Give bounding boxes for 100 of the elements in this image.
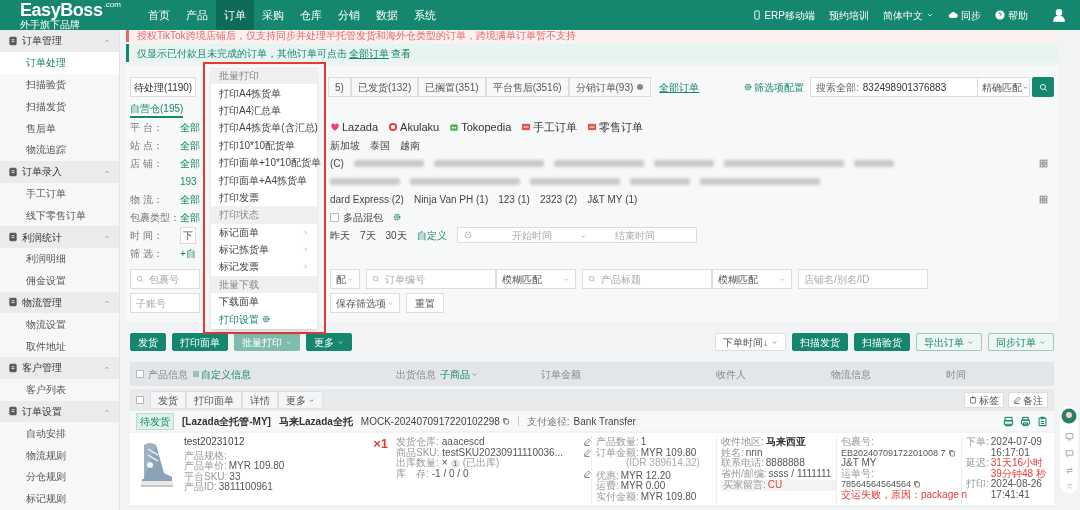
- sidebar-item[interactable]: 物流规则: [0, 444, 119, 466]
- sidebar-group[interactable]: 订单管理: [0, 30, 119, 52]
- nav-tab[interactable]: 采购: [254, 0, 292, 30]
- filter-option[interactable]: 泰国: [370, 137, 390, 153]
- sidebar-item[interactable]: 取件地址: [0, 335, 119, 357]
- nav-tab[interactable]: 仓库: [292, 0, 330, 30]
- sidebar-group[interactable]: 客户管理: [0, 356, 119, 379]
- platform-option[interactable]: 手工订单: [521, 118, 578, 136]
- platform-option[interactable]: 零售订单: [587, 118, 644, 136]
- action-button[interactable]: 发货: [130, 333, 166, 351]
- search-field[interactable]: 搜索全部: 832498901376883: [810, 77, 978, 97]
- action-button[interactable]: 同步订单: [988, 333, 1054, 351]
- nav-tab[interactable]: 系统: [406, 0, 444, 30]
- filter-option[interactable]: 123 (1): [498, 191, 530, 207]
- sidebar-item[interactable]: 手工订单: [0, 182, 119, 205]
- sidebar-group[interactable]: 利润统计: [0, 226, 119, 248]
- checkbox-box[interactable]: [330, 212, 339, 222]
- nav-tab[interactable]: 订单: [216, 0, 254, 30]
- status-tab[interactable]: 待处理(1190): [130, 77, 197, 97]
- action-button[interactable]: 扫描验货: [854, 333, 910, 351]
- action-button[interactable]: 导出订单: [916, 333, 982, 351]
- menu-item[interactable]: 打印10*10配货单: [211, 136, 317, 154]
- menu-item[interactable]: 标记面单: [211, 223, 317, 241]
- time-option[interactable]: 30天: [385, 227, 407, 243]
- all-orders-link[interactable]: 全部订单: [659, 79, 700, 95]
- nav-tab[interactable]: 首页: [140, 0, 178, 30]
- filter-option[interactable]: 全部: [180, 209, 200, 225]
- nav-tab[interactable]: 分销: [330, 0, 368, 30]
- menu-item[interactable]: 标记发票: [211, 258, 317, 276]
- filter-option[interactable]: J&T MY (1): [587, 191, 638, 207]
- filter-option[interactable]: 新加坡: [330, 137, 360, 153]
- time-option[interactable]: 昨天: [330, 227, 350, 243]
- column-option[interactable]: 自定义信息: [192, 366, 251, 382]
- filter-option[interactable]: 全部: [180, 155, 200, 171]
- checkbox[interactable]: 多品混包: [330, 209, 383, 225]
- time-option[interactable]: 7天: [360, 227, 376, 243]
- filter-option[interactable]: 193: [180, 173, 197, 189]
- filter-option[interactable]: (C): [330, 155, 344, 171]
- filter-option[interactable]: 越南: [400, 137, 420, 153]
- menu-item[interactable]: 标记拣货单: [211, 240, 317, 259]
- batch-button[interactable]: 打印面单: [186, 391, 242, 409]
- sidebar-item[interactable]: 客户列表: [0, 378, 119, 401]
- mobile-app-link[interactable]: ERP移动端: [752, 7, 815, 23]
- action-button[interactable]: 更多: [306, 333, 352, 351]
- filter-option[interactable]: +自: [180, 245, 196, 261]
- sync-button[interactable]: 同步: [948, 7, 981, 23]
- menu-item[interactable]: 打印发票: [211, 188, 317, 207]
- sidebar-item[interactable]: 扫描验货: [0, 73, 119, 96]
- sidebar-item[interactable]: 线下零售订单: [0, 204, 119, 227]
- sidebar-item[interactable]: 售后单: [0, 117, 119, 139]
- tag-button[interactable]: 备注: [1008, 392, 1048, 408]
- match-select[interactable]: 精确匹配: [978, 77, 1030, 97]
- sidebar-item[interactable]: 分仓规则: [0, 465, 119, 488]
- reset-button[interactable]: 重置: [406, 293, 444, 313]
- checkbox[interactable]: [136, 396, 144, 404]
- nav-tab[interactable]: 产品: [178, 0, 216, 30]
- match-select[interactable]: 保存筛选项: [330, 293, 400, 313]
- menu-item[interactable]: 打印A4拣货单(含汇总): [211, 119, 317, 137]
- match-select[interactable]: 模糊匹配: [712, 269, 792, 289]
- training-link[interactable]: 预约培训: [829, 7, 869, 23]
- sidebar-group[interactable]: 订单设置: [0, 400, 119, 423]
- batch-button[interactable]: 发货: [150, 391, 186, 409]
- sidebar-item[interactable]: 订单处理: [0, 51, 119, 74]
- status-tab[interactable]: 平台售后(3516): [485, 77, 569, 97]
- match-select[interactable]: 配: [330, 269, 360, 289]
- sidebar-item[interactable]: 扫描发货: [0, 95, 119, 118]
- filter-config-link[interactable]: 筛选项配置: [744, 79, 804, 95]
- sidebar-item[interactable]: 物流追踪: [0, 139, 119, 161]
- action-button[interactable]: 打印面单: [172, 333, 228, 351]
- platform-option[interactable]: Akulaku: [388, 118, 440, 136]
- sidebar-group[interactable]: 物流管理: [0, 291, 119, 314]
- platform-option[interactable]: Lazada: [330, 118, 379, 136]
- status-tab[interactable]: 已搁置(351): [418, 77, 486, 97]
- filter-option[interactable]: 2323 (2): [539, 191, 578, 207]
- menu-item[interactable]: 打印A4拣货单: [211, 84, 317, 102]
- help-button[interactable]: 帮助: [995, 7, 1028, 23]
- filter-option[interactable]: Ninja Van PH (1): [413, 191, 489, 207]
- action-button[interactable]: 扫描发货: [792, 333, 848, 351]
- filter-option[interactable]: 全部: [180, 119, 200, 135]
- tag-button[interactable]: 标签: [964, 392, 1004, 408]
- sidebar-item[interactable]: 佣金设置: [0, 269, 119, 292]
- search-button[interactable]: [1032, 77, 1054, 97]
- status-tab[interactable]: 分销订单(93): [568, 77, 652, 97]
- filter-option[interactable]: 全部: [180, 137, 200, 153]
- filter-option[interactable]: dard Express (2): [330, 191, 404, 207]
- menu-item[interactable]: 打印设置: [211, 310, 317, 328]
- all-orders-link[interactable]: 全部订单: [349, 45, 389, 61]
- sidebar-item[interactable]: 标记规则: [0, 487, 119, 510]
- match-select[interactable]: 模糊匹配: [496, 269, 576, 289]
- sidebar-group[interactable]: 订单录入: [0, 160, 119, 183]
- batch-button[interactable]: 更多: [278, 391, 323, 409]
- menu-item[interactable]: 打印A4汇总单: [211, 101, 317, 120]
- nav-tab[interactable]: 数据: [368, 0, 406, 30]
- batch-button[interactable]: 详情: [242, 391, 278, 409]
- language-select[interactable]: 简体中文: [883, 7, 934, 23]
- platform-option[interactable]: Tokopedia: [449, 118, 512, 136]
- warehouse-tab[interactable]: 自营仓(195): [130, 100, 184, 118]
- status-tab[interactable]: 已发货(132): [350, 77, 419, 97]
- time-select[interactable]: 下: [180, 226, 196, 244]
- sidebar-item[interactable]: 物流设置: [0, 313, 119, 336]
